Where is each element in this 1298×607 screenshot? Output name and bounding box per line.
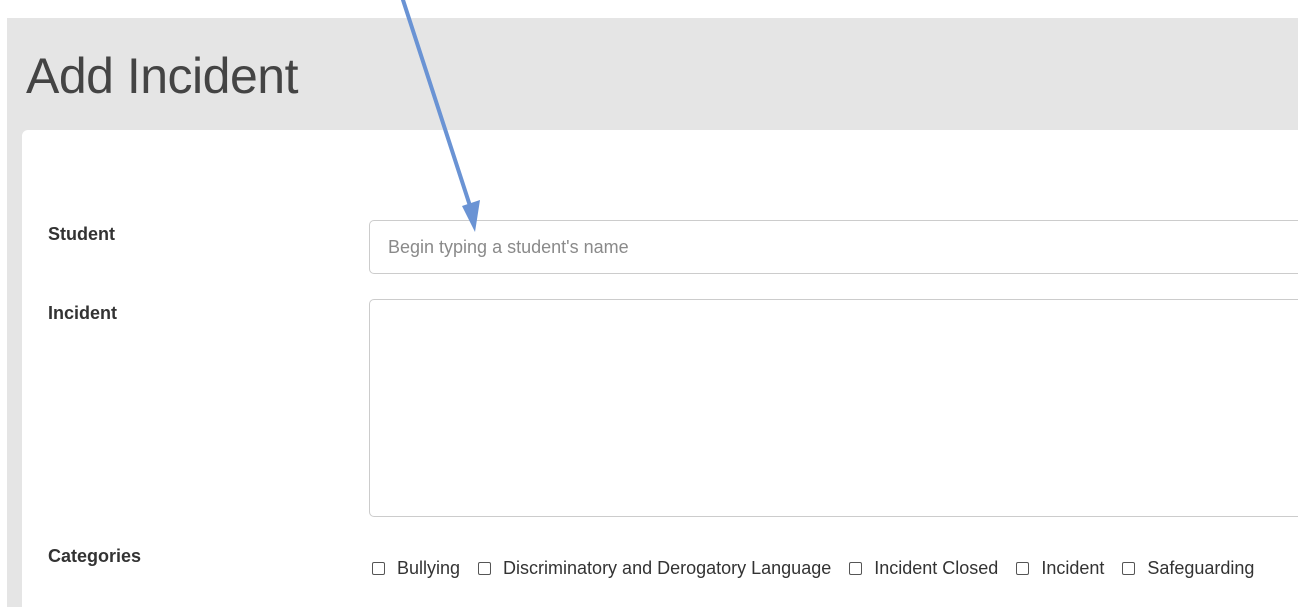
checkbox[interactable] <box>478 561 492 575</box>
checkbox[interactable] <box>1016 561 1030 575</box>
categories-checkbox-group: Bullying Discriminatory and Derogatory L… <box>372 556 1298 580</box>
student-search-input[interactable] <box>369 220 1298 274</box>
incident-label: Incident <box>48 303 118 323</box>
checkbox[interactable] <box>1122 561 1136 575</box>
category-safeguarding[interactable]: Safeguarding <box>1122 556 1254 580</box>
category-label: Incident <box>1041 557 1105 578</box>
student-label: Student <box>48 224 115 244</box>
category-label: Discriminatory and Derogatory Language <box>503 557 832 578</box>
category-label: Incident Closed <box>874 557 999 578</box>
category-discriminatory-derogatory-language[interactable]: Discriminatory and Derogatory Language <box>478 556 831 580</box>
checkbox[interactable] <box>849 561 863 575</box>
checkbox[interactable] <box>372 561 385 575</box>
category-incident-closed[interactable]: Incident Closed <box>849 556 998 580</box>
incident-textarea[interactable] <box>369 299 1298 517</box>
page-title: Add Incident <box>26 48 298 104</box>
category-label: Safeguarding <box>1147 557 1255 578</box>
category-incident[interactable]: Incident <box>1016 556 1104 580</box>
category-label: Bullying <box>397 557 461 578</box>
screen: Add Incident Student Incident Categories… <box>0 0 1298 607</box>
category-bullying[interactable]: Bullying <box>372 556 460 580</box>
